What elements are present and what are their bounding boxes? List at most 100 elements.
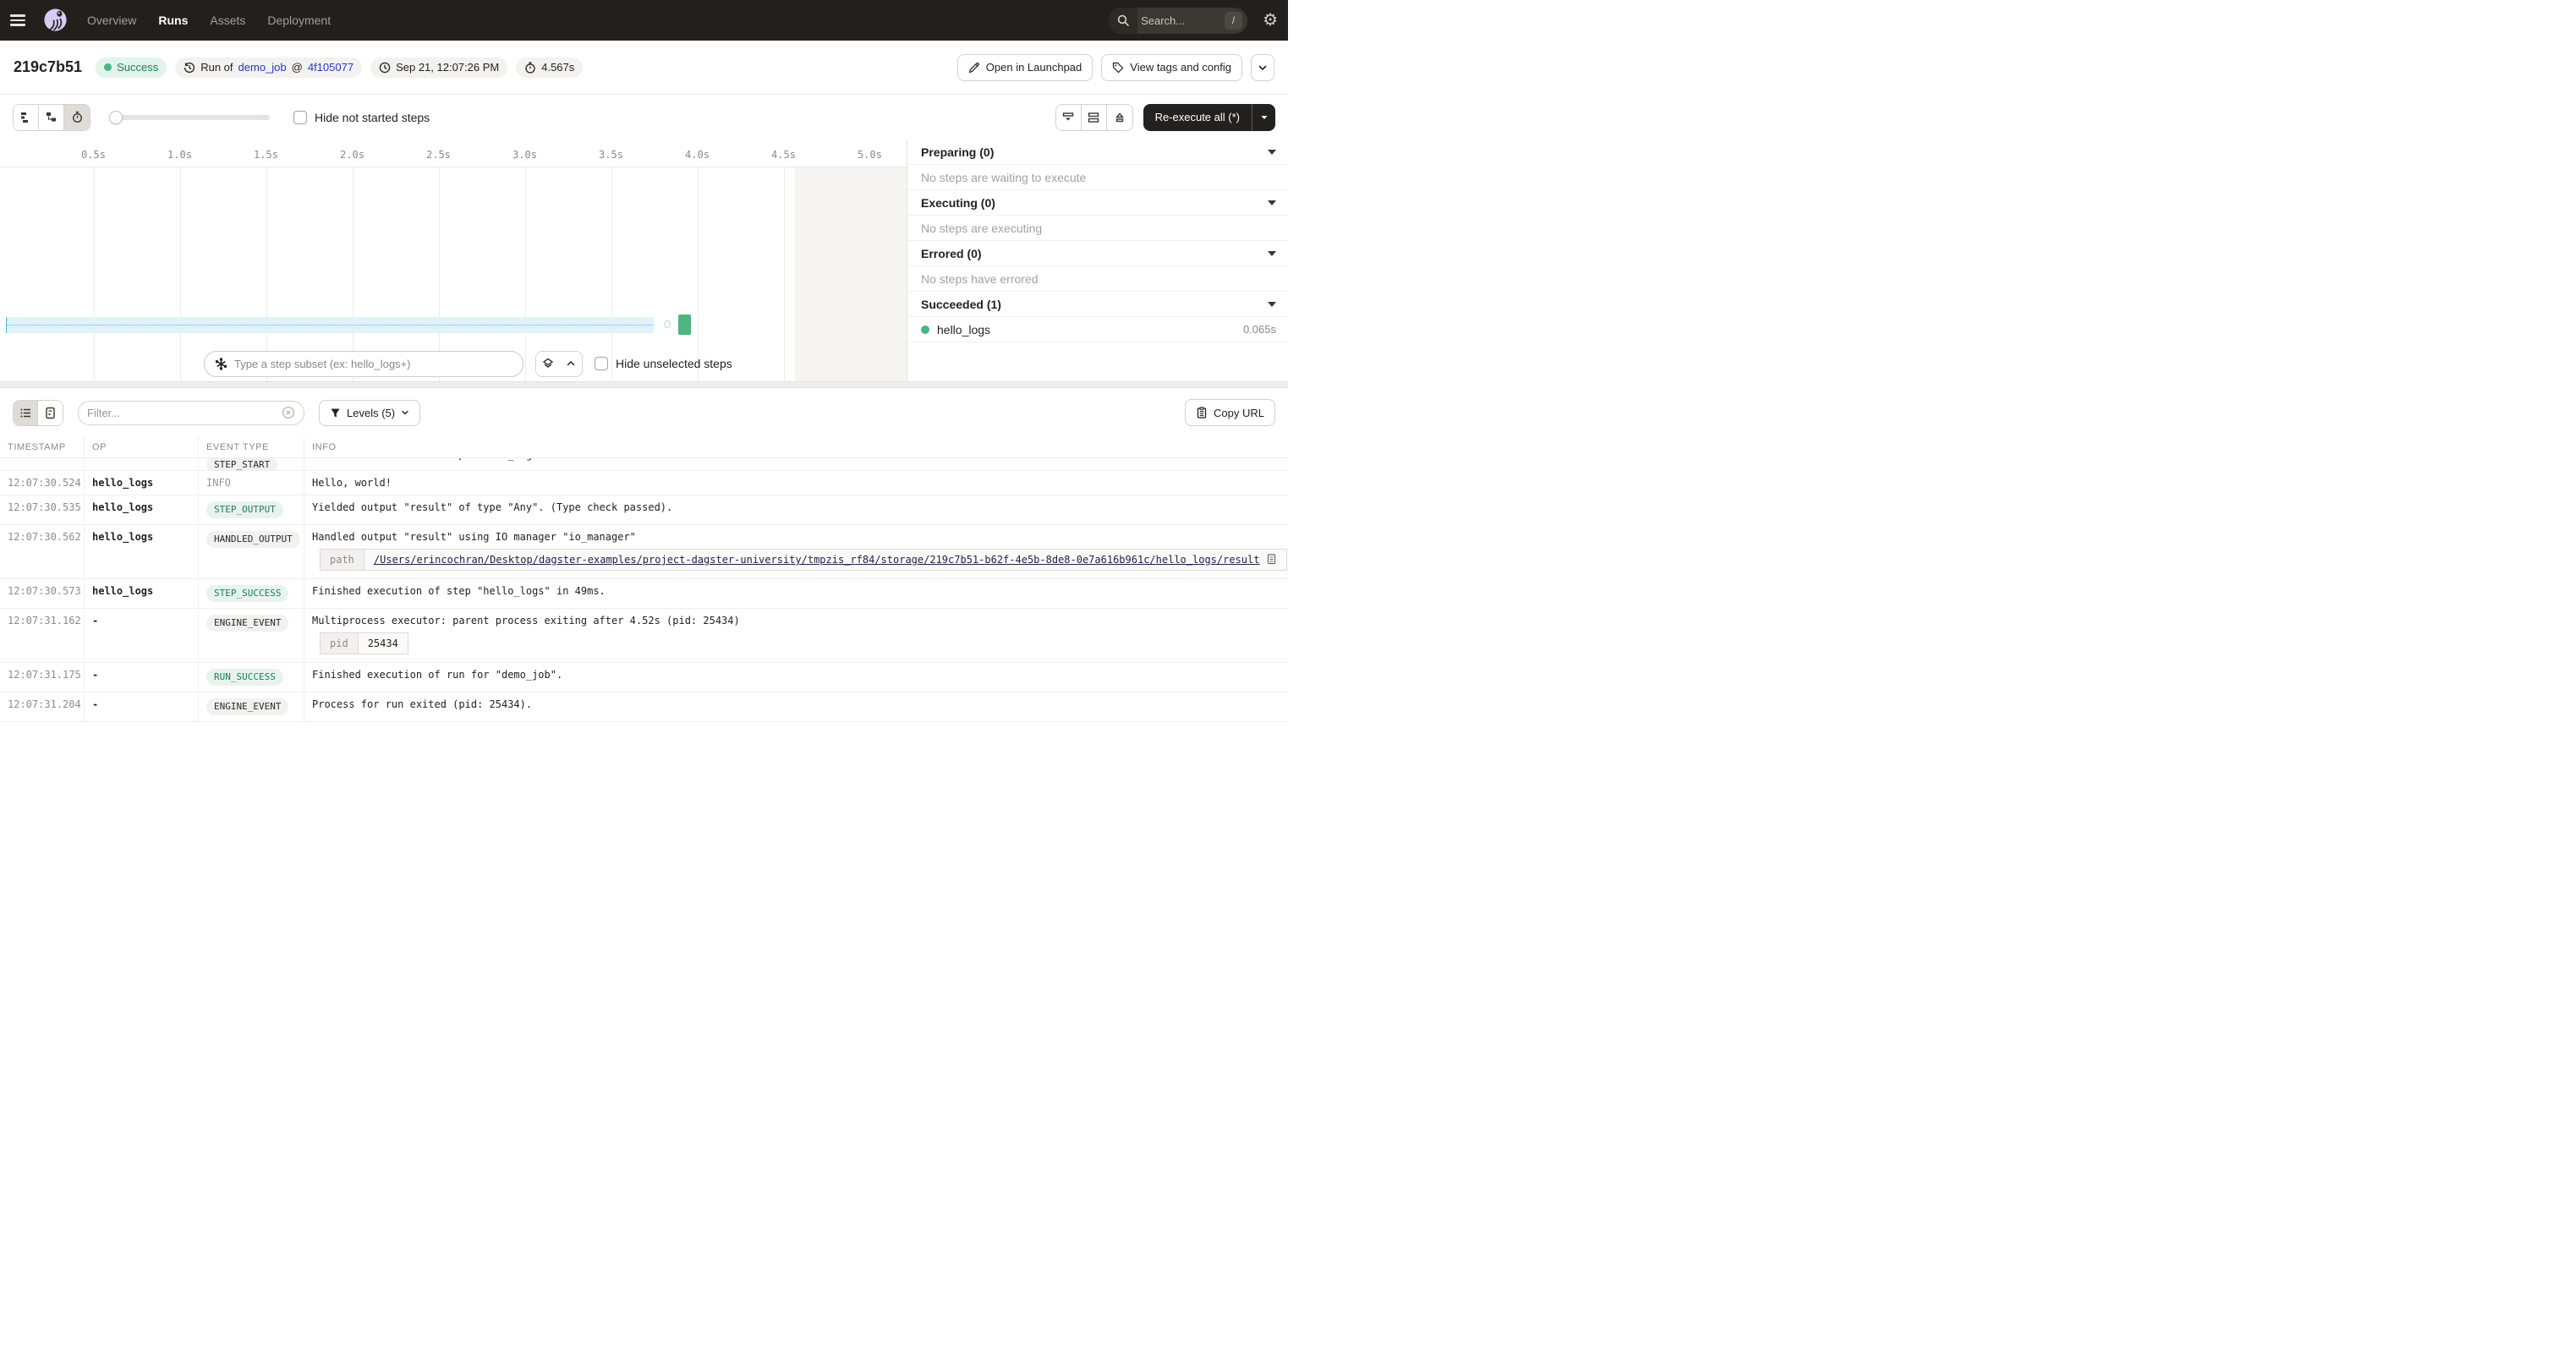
nav-links: Overview Runs Assets Deployment: [87, 14, 331, 27]
collapse-top-button[interactable]: [1107, 105, 1132, 130]
history-icon: [184, 62, 195, 74]
structured-log-view-button[interactable]: [14, 401, 38, 425]
timing-view-button[interactable]: [64, 105, 90, 130]
log-row[interactable]: 12:07:31.204-ENGINE_EVENTProcess for run…: [0, 692, 1288, 722]
nav-link-runs[interactable]: Runs: [158, 14, 188, 27]
list-view-icon: [19, 407, 32, 419]
nav-link-assets[interactable]: Assets: [210, 14, 245, 27]
clear-filter-icon[interactable]: [282, 406, 295, 419]
log-row[interactable]: 12:07:30.535hello_logsSTEP_OUTPUTYielded…: [0, 495, 1288, 525]
re-execute-dropdown-button[interactable]: [1252, 104, 1275, 131]
log-row[interactable]: 12:07:30.562hello_logsHANDLED_OUTPUTHand…: [0, 525, 1288, 579]
log-filter-wrap[interactable]: [78, 401, 304, 425]
log-row[interactable]: 12:07:31.175-RUN_SUCCESSFinished executi…: [0, 663, 1288, 692]
panel-section-executing[interactable]: Executing (0): [907, 190, 1288, 216]
subset-actions-group: [535, 351, 583, 377]
timeline-tick-label: 2.0s: [340, 149, 364, 161]
gantt-timeline: 0.5s1.0s1.5s2.0s2.5s3.0s3.5s4.0s4.5s5.0s: [0, 140, 907, 167]
commit-link[interactable]: 4f105077: [308, 61, 354, 74]
caret-down-icon[interactable]: [1268, 302, 1276, 307]
log-timestamp: 12:07:31.162: [8, 615, 81, 627]
timeline-tick-label: 3.0s: [512, 149, 537, 161]
metadata-table: pid25434: [320, 632, 408, 654]
metadata-path-link[interactable]: /Users/erincochran/Desktop/dagster-examp…: [374, 554, 1260, 566]
caret-down-icon[interactable]: [1268, 251, 1276, 256]
copy-icon[interactable]: [1267, 554, 1277, 566]
panel-section-succeeded[interactable]: Succeeded (1): [907, 292, 1288, 317]
event-type-badge: STEP_START: [206, 458, 277, 471]
log-message: Hello, world!: [312, 477, 1288, 489]
event-type-badge: HANDLED_OUTPUT: [206, 531, 300, 548]
event-type-badge: ENGINE_EVENT: [206, 615, 288, 632]
log-row[interactable]: 12:07:30.524hello_logsINFOHello, world!: [0, 471, 1288, 495]
collapse-subset-button[interactable]: [559, 352, 582, 376]
page-title: 219c7b51: [14, 58, 82, 76]
open-in-launchpad-button[interactable]: Open in Launchpad: [957, 54, 1093, 81]
timestamp-pill: Sep 21, 12:07:26 PM: [370, 57, 507, 78]
re-execute-all-button[interactable]: Re-execute all (*): [1143, 104, 1252, 131]
gantt-chart[interactable]: 0.5s1.0s1.5s2.0s2.5s3.0s3.5s4.0s4.5s5.0s: [0, 140, 907, 381]
top-nav: Overview Runs Assets Deployment / ⚙: [0, 0, 1288, 41]
step-subset-row: Hide unselected steps: [0, 350, 907, 377]
event-type-badge: STEP_OUTPUT: [206, 501, 283, 518]
timeline-tick-label: 2.5s: [426, 149, 451, 161]
view-tags-config-button[interactable]: View tags and config: [1101, 54, 1242, 81]
step-subset-input[interactable]: [234, 358, 512, 370]
log-table-header: TIMESTAMPOPEVENT TYPEINFO: [0, 437, 1288, 458]
nav-link-overview[interactable]: Overview: [87, 14, 136, 27]
log-op-name: -: [92, 698, 98, 710]
step-subset-input-wrap[interactable]: [204, 351, 523, 377]
log-filter-input[interactable]: [87, 407, 277, 419]
panel-section-preparing[interactable]: Preparing (0): [907, 140, 1288, 165]
log-op-name: hello_logs: [92, 477, 153, 489]
search-box[interactable]: /: [1109, 8, 1247, 34]
hide-unselected-checkbox[interactable]: Hide unselected steps: [595, 357, 732, 370]
panel-layout-group: [1055, 104, 1133, 131]
duration-pill: 4.567s: [516, 57, 583, 78]
gantt-zoom-slider[interactable]: [109, 111, 270, 124]
chevron-down-icon: [401, 408, 409, 417]
timeline-tick-label: 0.5s: [81, 149, 106, 161]
header-more-actions-button[interactable]: [1251, 54, 1274, 81]
search-input[interactable]: [1137, 14, 1225, 27]
log-op-name: hello_logs: [92, 531, 153, 543]
log-toolbar: Levels (5) Copy URL: [0, 388, 1288, 437]
log-timestamp: 12:07:30.573: [8, 585, 81, 597]
log-column-header: EVENT TYPE: [199, 437, 304, 457]
panel-section-errored[interactable]: Errored (0): [907, 241, 1288, 266]
raw-log-view-button[interactable]: [38, 401, 63, 425]
log-row[interactable]: 12:07:30.573hello_logsSTEP_SUCCESSFinish…: [0, 579, 1288, 609]
job-link[interactable]: demo_job: [238, 61, 287, 74]
run-status-panel: Preparing (0)No steps are waiting to exe…: [907, 140, 1288, 381]
log-op-name: hello_logs: [92, 501, 153, 513]
slider-knob[interactable]: [109, 111, 123, 124]
slider-track[interactable]: [109, 115, 270, 120]
gear-icon[interactable]: ⚙: [1263, 12, 1278, 29]
log-row[interactable]: 12:07:31.162-ENGINE_EVENTMultiprocess ex…: [0, 609, 1288, 663]
gantt-step-bar-hello-logs[interactable]: [678, 315, 691, 335]
nav-link-deployment[interactable]: Deployment: [267, 14, 331, 27]
panel-empty-message: No steps are executing: [907, 216, 1288, 241]
log-op-name: -: [92, 615, 98, 627]
checkbox-icon[interactable]: [293, 111, 307, 124]
log-timestamp: 12:07:30.535: [8, 501, 81, 513]
split-drag-handle[interactable]: [0, 382, 1288, 388]
split-view-button[interactable]: [1082, 105, 1107, 130]
panel-step-row[interactable]: hello_logs0.065s: [907, 317, 1288, 342]
dagster-logo-icon[interactable]: [42, 8, 69, 34]
flat-view-button[interactable]: [14, 105, 39, 130]
search-icon: [1109, 8, 1137, 34]
checkbox-icon[interactable]: [595, 357, 608, 370]
hide-not-started-checkbox[interactable]: Hide not started steps: [293, 111, 430, 124]
caret-down-icon[interactable]: [1268, 200, 1276, 205]
caret-down-icon: [1260, 113, 1269, 122]
log-row[interactable]: STEP_STARTStarted execution of step "hel…: [0, 458, 1288, 471]
graph-query-button[interactable]: [536, 352, 559, 376]
levels-filter-button[interactable]: Levels (5): [319, 400, 420, 426]
waterfall-view-button[interactable]: [39, 105, 64, 130]
caret-down-icon[interactable]: [1268, 150, 1276, 155]
collapse-bottom-button[interactable]: [1056, 105, 1082, 130]
copy-url-button[interactable]: Copy URL: [1185, 399, 1275, 426]
hamburger-menu-icon[interactable]: [10, 9, 32, 31]
re-execute-split-button: Re-execute all (*): [1143, 104, 1275, 131]
